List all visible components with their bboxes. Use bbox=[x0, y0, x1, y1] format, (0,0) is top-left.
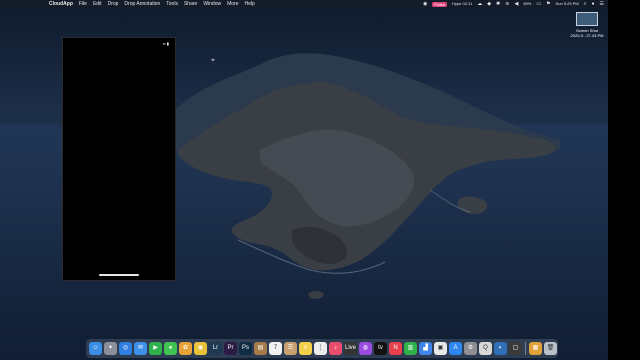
dock-app-store-icon[interactable]: A bbox=[449, 342, 462, 355]
battery-percent[interactable]: 89% bbox=[523, 0, 531, 8]
battery-icon[interactable]: ▭ bbox=[536, 0, 541, 8]
dock-contacts-icon[interactable]: ☰ bbox=[284, 342, 297, 355]
menubar-clock[interactable]: Sun 5:29 PM bbox=[556, 0, 579, 8]
dock-numbers-icon[interactable]: ▥ bbox=[404, 342, 417, 355]
dock-screenshot-icon[interactable]: ▢ bbox=[509, 342, 522, 355]
dock-chrome-icon[interactable]: ◉ bbox=[194, 342, 207, 355]
bluetooth-icon[interactable]: ✱ bbox=[496, 0, 500, 8]
notification-center-icon[interactable]: ☰ bbox=[600, 0, 604, 8]
volume-icon[interactable]: ◀ bbox=[514, 0, 518, 8]
dock-separator bbox=[525, 342, 526, 355]
cloud-icon[interactable]: ☁ bbox=[477, 0, 482, 8]
dock-preview-icon[interactable]: ▣ bbox=[434, 342, 447, 355]
file-name-line2: 2020-0...27.43 PM bbox=[570, 33, 604, 38]
menu-more[interactable]: More bbox=[227, 0, 238, 8]
dock-notes-icon[interactable]: ≡ bbox=[299, 342, 312, 355]
meter-status[interactable]: Hype 02:11 bbox=[452, 0, 472, 8]
home-indicator[interactable] bbox=[99, 274, 139, 276]
dock-network-utility-icon[interactable]: ◐ bbox=[494, 342, 507, 355]
desktop-file-screenshot[interactable]: Screen Shot 2020-0...27.43 PM bbox=[568, 12, 606, 38]
menu-file[interactable]: File bbox=[79, 0, 87, 8]
dock-live-icon[interactable]: Live bbox=[344, 342, 357, 355]
dock-keynote-icon[interactable]: ▟ bbox=[419, 342, 432, 355]
dock-news-icon[interactable]: N bbox=[389, 342, 402, 355]
dock-photoshop-icon[interactable]: Ps bbox=[239, 342, 252, 355]
dropbox-icon[interactable]: ◆ bbox=[487, 0, 491, 8]
spotlight-icon[interactable]: ⌕ bbox=[584, 0, 587, 8]
right-black-border bbox=[608, 0, 640, 360]
mouse-cursor-icon: ⌖ bbox=[211, 57, 215, 64]
dock-podcasts-icon[interactable]: ◍ bbox=[359, 342, 372, 355]
menu-tools[interactable]: Tools bbox=[166, 0, 178, 8]
menu-cloudapp[interactable]: CloudApp bbox=[49, 0, 73, 8]
dock-quicktime-icon[interactable]: Q bbox=[479, 342, 492, 355]
dock-music-icon[interactable]: ♪ bbox=[329, 342, 342, 355]
dock-premiere-icon[interactable]: Pr bbox=[224, 342, 237, 355]
dock-tv-icon[interactable]: tv bbox=[374, 342, 387, 355]
dock-launchpad-icon[interactable]: ✦ bbox=[104, 342, 117, 355]
finish-recording-button[interactable]: Finish bbox=[432, 1, 448, 7]
dock-safari-icon[interactable]: ◎ bbox=[119, 342, 132, 355]
phone-status-icons: ▪▪ ▮ bbox=[162, 41, 169, 46]
dock-lightroom-icon[interactable]: Lr bbox=[209, 342, 222, 355]
dock-finder-icon[interactable]: ☺ bbox=[89, 342, 102, 355]
menu-bar: CloudApp File Edit Drop Drop Annotation … bbox=[0, 0, 608, 8]
dock-messages-icon[interactable]: ● bbox=[164, 342, 177, 355]
dock-photos-icon[interactable]: ✿ bbox=[179, 342, 192, 355]
status-menus: ◉ Finish Hype 02:11 ☁ ◆ ✱ ≋ ◀ 89% ▭ ⚑ Su… bbox=[423, 0, 604, 8]
flag-icon[interactable]: ⚑ bbox=[546, 0, 550, 8]
menu-window[interactable]: Window bbox=[203, 0, 221, 8]
menu-drop-annotation[interactable]: Drop Annotation bbox=[124, 0, 160, 8]
menu-edit[interactable]: Edit bbox=[93, 0, 102, 8]
phone-mirror-window[interactable]: ▪▪ ▮ bbox=[62, 37, 176, 281]
dock-calendar-icon[interactable]: 7 bbox=[269, 342, 282, 355]
dock-trash-icon[interactable]: 🗑 bbox=[544, 342, 557, 355]
menu-share[interactable]: Share bbox=[184, 0, 197, 8]
record-icon[interactable]: ◉ bbox=[423, 0, 427, 8]
dock-downloads-folder-icon[interactable]: ▦ bbox=[529, 342, 542, 355]
desktop: CloudApp File Edit Drop Drop Annotation … bbox=[0, 0, 608, 360]
wifi-icon[interactable]: ≋ bbox=[505, 0, 509, 8]
dock-mail-icon[interactable]: ✉ bbox=[134, 342, 147, 355]
screenshot-thumbnail-icon bbox=[576, 12, 598, 26]
dock: ☺ ✦ ◎ ✉ ▶ ● ✿ ◉ Lr Pr Ps ▤ 7 ☰ ≡ ⋮ ♪ Live ◍ tv N ▥ ▟ ▣ A ⚙ Q ◐ ▢ ▦ 🗑 bbox=[86, 339, 558, 358]
dock-facetime-icon[interactable]: ▶ bbox=[149, 342, 162, 355]
menu-help[interactable]: Help bbox=[245, 0, 255, 8]
dock-reminders-icon[interactable]: ⋮ bbox=[314, 342, 327, 355]
dock-system-preferences-icon[interactable]: ⚙ bbox=[464, 342, 477, 355]
dock-files-icon[interactable]: ▤ bbox=[254, 342, 267, 355]
menu-drop[interactable]: Drop bbox=[108, 0, 119, 8]
siri-icon[interactable]: ● bbox=[591, 0, 594, 8]
